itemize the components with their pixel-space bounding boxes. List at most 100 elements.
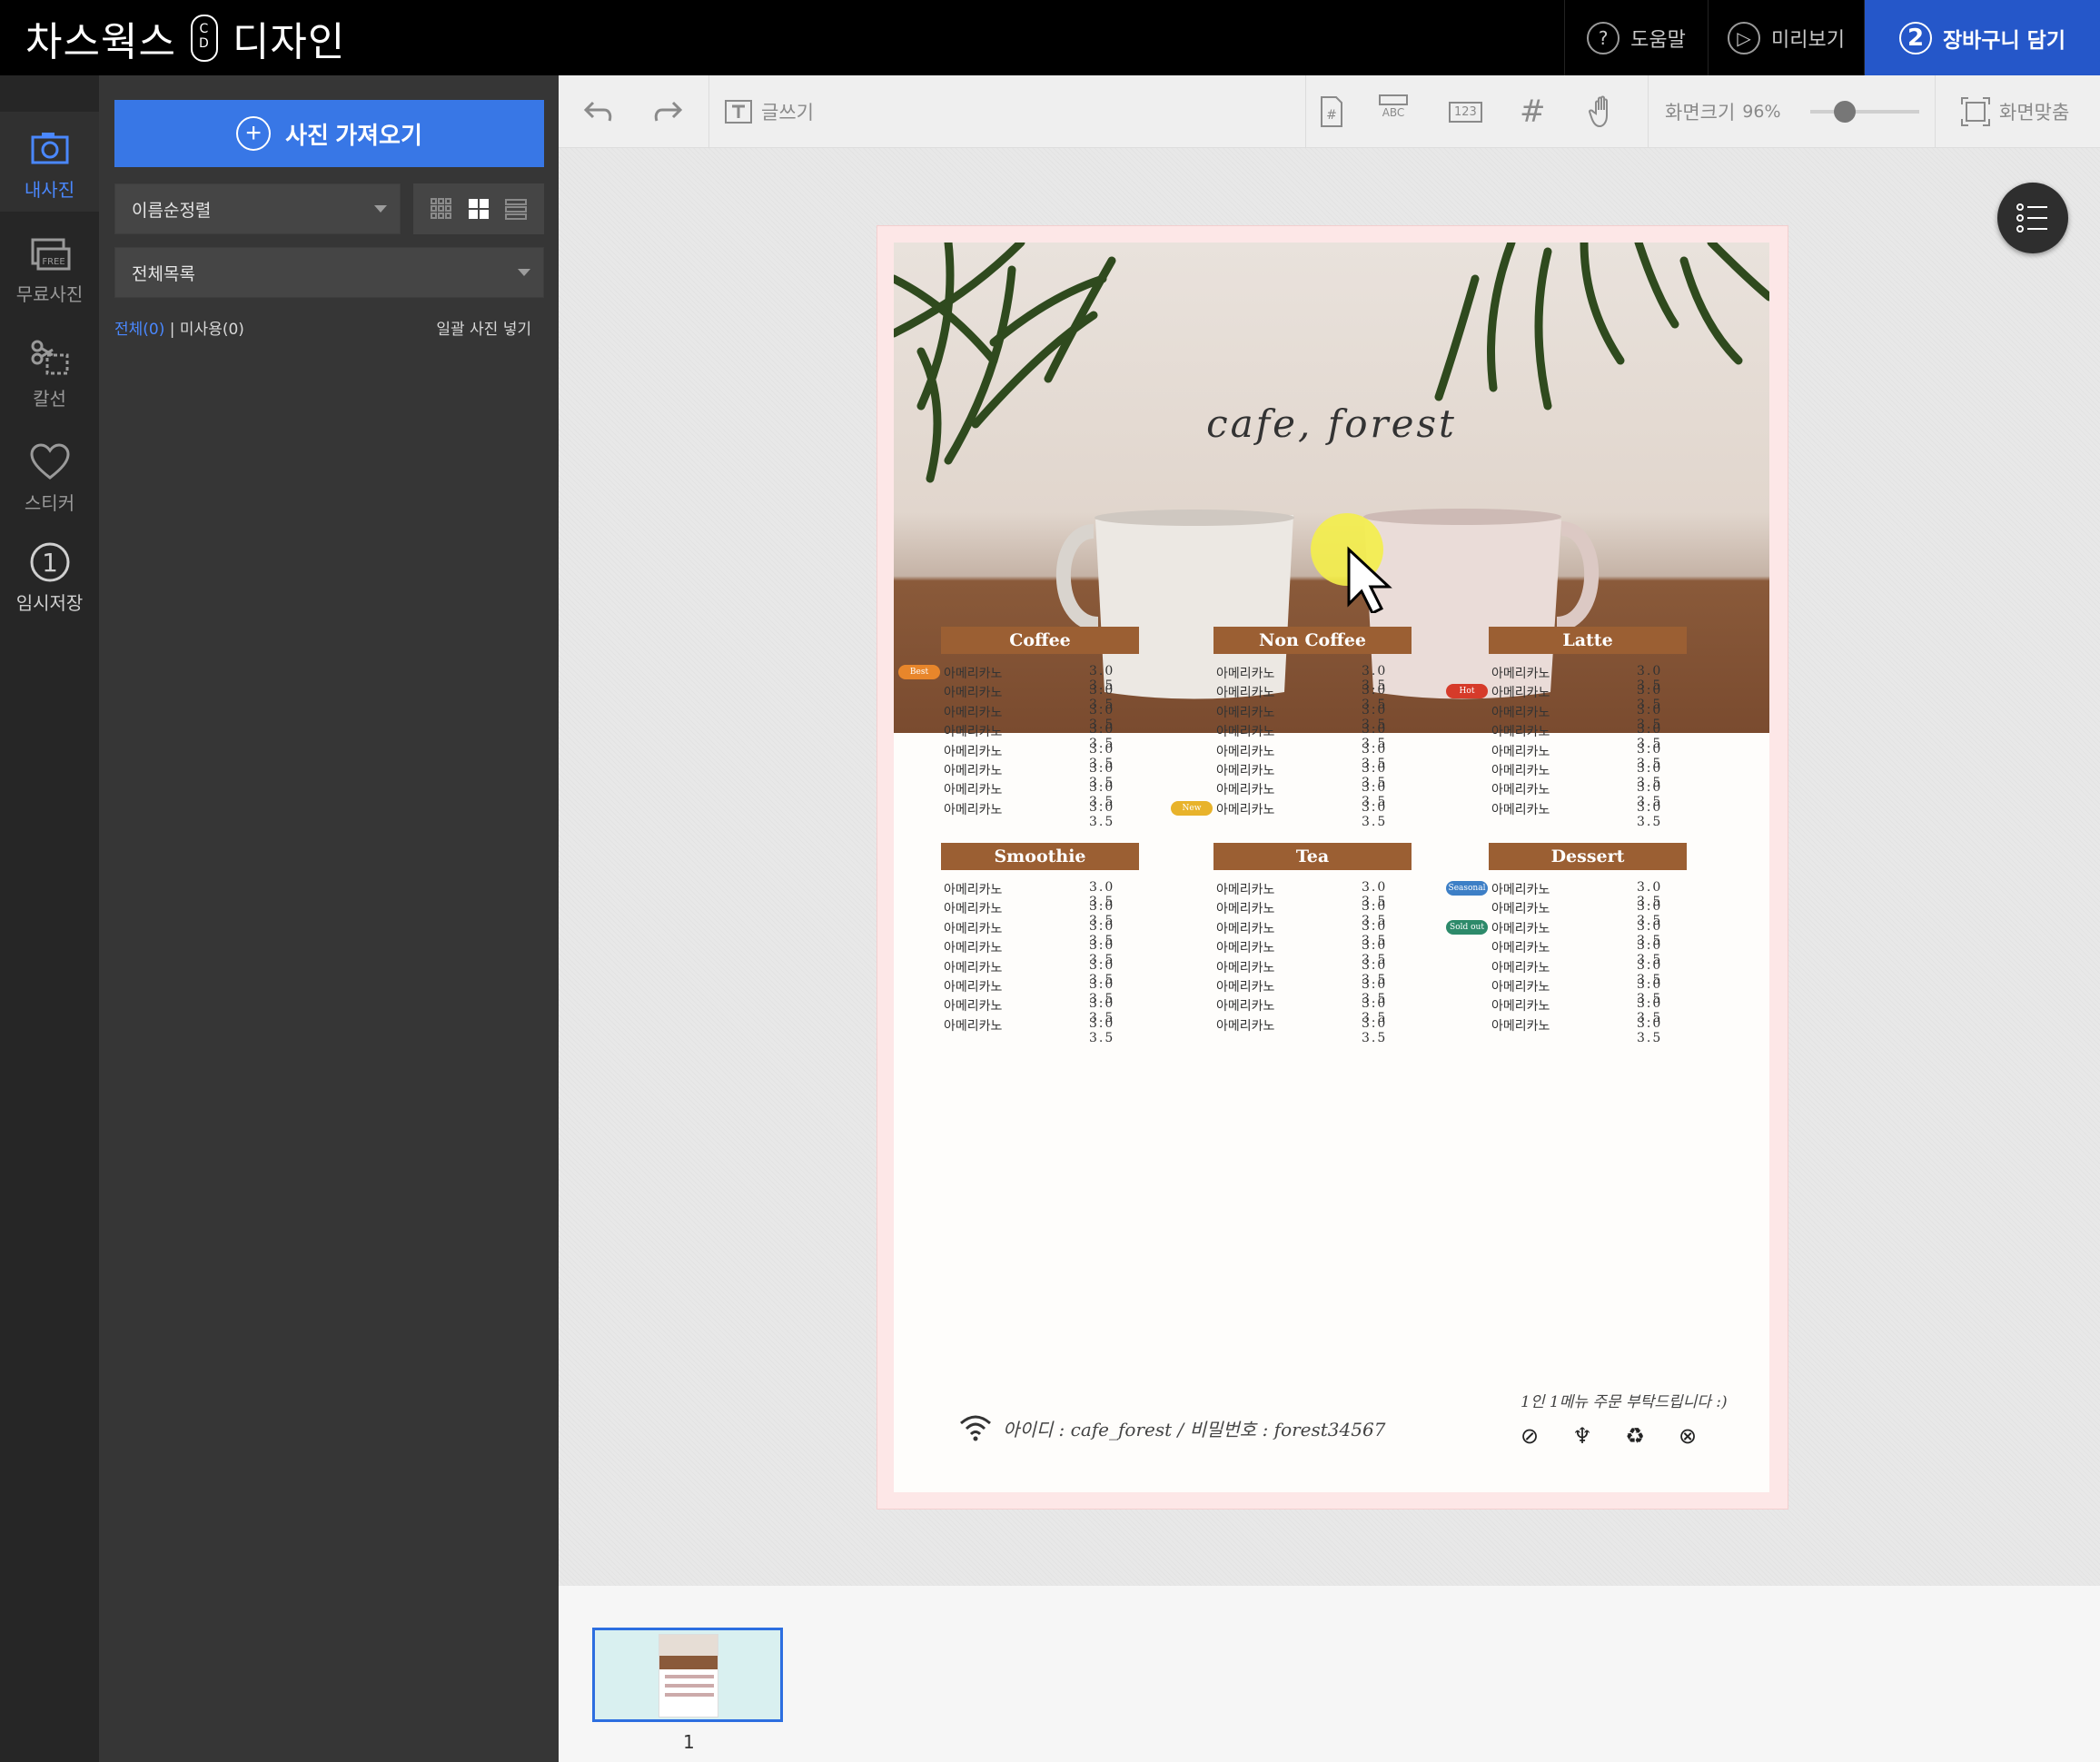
menu-item-row[interactable]: 아메리카노 3.0 3.5 [1491, 938, 1687, 967]
redo-icon[interactable] [649, 94, 686, 130]
menu-item-row[interactable]: 아메리카노 3.0 3.5 [1491, 977, 1687, 1006]
menu-item-row[interactable]: 아메리카노 3.0 3.5 [1216, 1016, 1412, 1045]
menu-item-row[interactable]: 아메리카노 3.0 3.5 [1216, 761, 1412, 790]
menu-item-row[interactable]: Seasonal 아메리카노 3.0 3.5 [1446, 880, 1687, 909]
recycle-icon: ♻ [1625, 1423, 1645, 1449]
rail-item-my-photos[interactable]: 내사진 [0, 112, 99, 212]
menu-item-row[interactable]: New 아메리카노 3.0 3.5 [1171, 799, 1412, 829]
canvas-workspace[interactable]: 글쓰기 # ABC 123 # 화면크기 96% 화면맞춤 cafe, fore… [559, 75, 2100, 1586]
order-note[interactable]: 1인 1메뉴 주문 부탁드립니다 :) [1521, 1389, 1728, 1411]
menu-item-row[interactable]: 아메리카노 3.0 3.5 [944, 800, 1139, 829]
menu-item-row[interactable]: 아메리카노 3.0 3.5 [1216, 919, 1412, 948]
menu-item-row[interactable]: 아메리카노 3.0 3.5 [1216, 742, 1412, 771]
text-tool-button[interactable]: 글쓰기 [723, 94, 814, 130]
filter-unused[interactable]: 미사용(0) [180, 321, 244, 339]
menu-item-row[interactable]: 아메리카노 3.0 3.5 [1491, 722, 1687, 751]
menu-item-row[interactable]: 아메리카노 3.0 3.5 [1216, 722, 1412, 751]
logo-left-text: 차스웍스 [25, 19, 176, 65]
menu-section-header[interactable]: Latte [1489, 627, 1687, 654]
folder-select[interactable]: 전체목록 [114, 247, 544, 298]
price-small: 3.0 [1362, 799, 1388, 815]
menu-item-row[interactable]: 아메리카노 3.0 3.5 [1491, 800, 1687, 829]
menu-item-row[interactable]: 아메리카노 3.0 3.5 [1216, 780, 1412, 809]
menu-item-row[interactable]: 아메리카노 3.0 3.5 [1216, 996, 1412, 1025]
menu-item-row[interactable]: Sold out 아메리카노 3.0 3.5 [1446, 919, 1687, 948]
bulk-insert-link[interactable]: 일괄 사진 넣기 [436, 316, 531, 339]
layers-menu-button[interactable] [1997, 183, 2068, 253]
menu-item-row[interactable]: 아메리카노 3.0 3.5 [1491, 780, 1687, 809]
menu-section-header[interactable]: Smoothie [941, 843, 1139, 870]
menu-item-row[interactable]: 아메리카노 3.0 3.5 [1216, 683, 1412, 712]
menu-item-row[interactable]: 아메리카노 3.0 3.5 [944, 977, 1139, 1006]
menu-item-row[interactable]: 아메리카노 3.0 3.5 [944, 683, 1139, 712]
menu-item-row[interactable]: 아메리카노 3.0 3.5 [1491, 996, 1687, 1025]
menu-item-row[interactable]: 아메리카노 3.0 3.5 [944, 958, 1139, 987]
menu-item-row[interactable]: 아메리카노 3.0 3.5 [1216, 880, 1412, 909]
zoom-slider-knob[interactable] [1834, 101, 1856, 123]
cafe-photo[interactable]: cafe, forest [894, 243, 1769, 733]
menu-item-row[interactable]: 아메리카노 3.0 3.5 [944, 996, 1139, 1025]
menu-item-row[interactable]: 아메리카노 3.0 3.5 [1216, 899, 1412, 928]
rail-item-cut-line[interactable]: 칼선 [0, 321, 99, 421]
fit-screen-button[interactable]: 화면맞춤 [1959, 94, 2069, 130]
menu-item-row[interactable]: 아메리카노 3.0 3.5 [1491, 958, 1687, 987]
menu-item-row[interactable]: 아메리카노 3.0 3.5 [1491, 664, 1687, 693]
menu-item-row[interactable]: 아메리카노 3.0 3.5 [944, 1016, 1139, 1045]
menu-item-row[interactable]: 아메리카노 3.0 3.5 [1491, 1016, 1687, 1045]
menu-item-name: 아메리카노 [1491, 802, 1550, 817]
filter-all[interactable]: 전체(0) [114, 321, 164, 339]
help-button[interactable]: ? 도움말 [1564, 0, 1708, 75]
menu-item-row[interactable]: 아메리카노 3.0 3.5 [944, 780, 1139, 809]
svg-text:FREE: FREE [42, 257, 64, 267]
price-small: 3.0 [1089, 664, 1115, 678]
menu-section-header[interactable]: Non Coffee [1213, 627, 1412, 654]
menu-item-row[interactable]: 아메리카노 3.0 3.5 [944, 742, 1139, 771]
menu-section-header[interactable]: Tea [1213, 843, 1412, 870]
menu-item-row[interactable]: 아메리카노 3.0 3.5 [1491, 703, 1687, 732]
menu-item-row[interactable]: 아메리카노 3.0 3.5 [944, 703, 1139, 732]
page-number-icon[interactable]: # [1312, 94, 1349, 130]
font-size-tool[interactable]: ABC [1378, 94, 1409, 130]
list-view-icon[interactable] [505, 198, 528, 220]
add-to-cart-button[interactable]: 2 장바구니 담기 [1864, 0, 2100, 75]
rail-label: 임시저장 [15, 592, 84, 614]
menu-item-row[interactable]: 아메리카노 3.0 3.5 [1491, 742, 1687, 771]
sort-select[interactable]: 이름순정렬 [114, 183, 401, 234]
grid-large-icon[interactable] [468, 198, 490, 220]
menu-item-row[interactable]: 아메리카노 3.0 3.5 [944, 938, 1139, 967]
menu-item-row[interactable]: Hot 아메리카노 3.0 3.5 [1446, 683, 1687, 712]
zoom-slider[interactable] [1810, 101, 1919, 123]
grid-small-icon[interactable] [430, 198, 452, 220]
menu-item-row[interactable]: 아메리카노 3.0 3.5 [1216, 664, 1412, 693]
menu-item-row[interactable]: 아메리카노 3.0 3.5 [1216, 958, 1412, 987]
rail-item-sticker[interactable]: 스티커 [0, 425, 99, 525]
preview-button[interactable]: ▷ 미리보기 [1708, 0, 1864, 75]
menu-item-row[interactable]: 아메리카노 3.0 3.5 [1216, 977, 1412, 1006]
menu-item-name: 아메리카노 [1216, 941, 1275, 956]
menu-item-prices: 3.0 3.5 [1089, 1016, 1139, 1045]
wifi-info[interactable]: 아이디 : cafe_forest / 비밀번호 : forest34567 [959, 1414, 1385, 1441]
menu-item-row[interactable]: 아메리카노 3.0 3.5 [1216, 703, 1412, 732]
rail-item-temp-save[interactable]: 1 임시저장 [0, 525, 99, 625]
menu-item-row[interactable]: 아메리카노 3.0 3.5 [944, 899, 1139, 928]
hand-pan-icon[interactable] [1585, 94, 1621, 130]
menu-item-row[interactable]: 아메리카노 3.0 3.5 [944, 919, 1139, 948]
design-page[interactable]: cafe, forest Coffee Best 아메리카노 3.0 3.5 아메리카노… [877, 225, 1788, 1510]
menu-section-header[interactable]: Dessert [1489, 843, 1687, 870]
menu-item-row[interactable]: 아메리카노 3.0 3.5 [944, 761, 1139, 790]
number-tool[interactable]: 123 [1449, 94, 1482, 130]
page-thumbnail[interactable] [592, 1628, 783, 1722]
undo-icon[interactable] [580, 94, 617, 130]
rail-item-free-photos[interactable]: FREE 무료사진 [0, 216, 99, 316]
import-photos-button[interactable]: + 사진 가져오기 [114, 100, 544, 167]
menu-item-row[interactable]: 아메리카노 3.0 3.5 [1491, 899, 1687, 928]
menu-section-header[interactable]: Coffee [941, 627, 1139, 654]
cafe-title[interactable]: cafe, forest [894, 401, 1769, 446]
menu-item-row[interactable]: 아메리카노 3.0 3.5 [944, 722, 1139, 751]
menu-item-row[interactable]: 아메리카노 3.0 3.5 [1491, 761, 1687, 790]
price-small: 3.0 [1637, 880, 1663, 895]
menu-item-row[interactable]: Best 아메리카노 3.0 3.5 [898, 664, 1139, 693]
menu-item-row[interactable]: 아메리카노 3.0 3.5 [1216, 938, 1412, 967]
menu-item-row[interactable]: 아메리카노 3.0 3.5 [944, 880, 1139, 909]
grid-tool[interactable]: # [1520, 94, 1546, 130]
